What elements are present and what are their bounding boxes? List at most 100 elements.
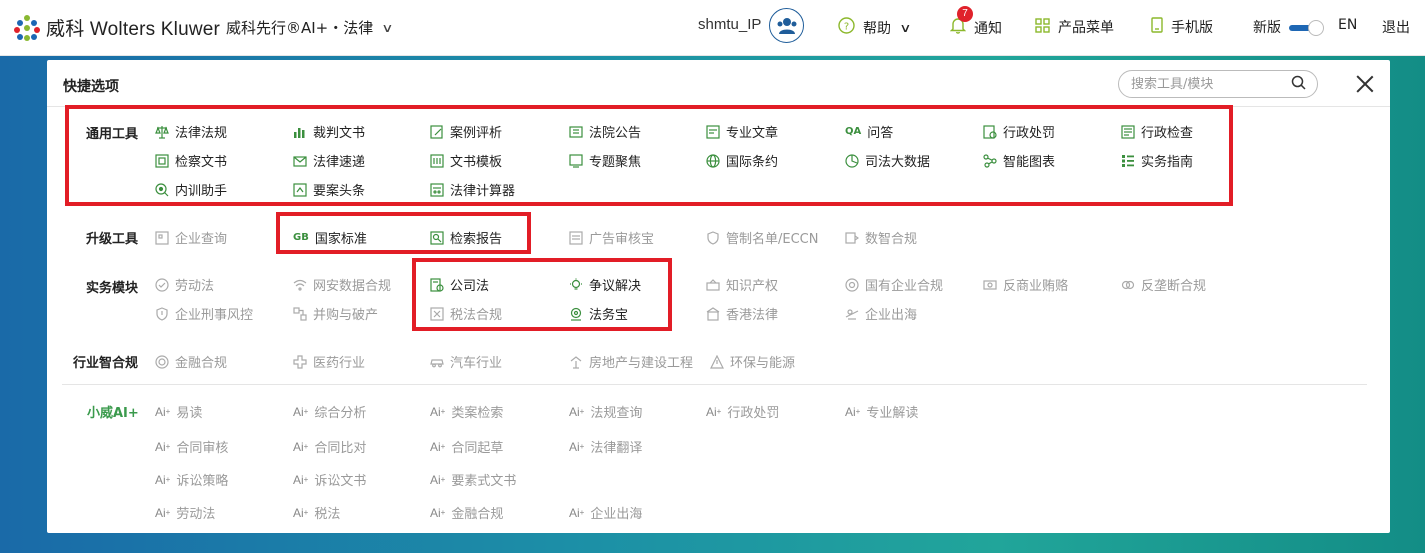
upgrade-item[interactable]: GB 国家标准 [293, 228, 367, 247]
user-avatar[interactable] [769, 8, 804, 43]
practice-item[interactable]: 香港法律 [706, 304, 778, 323]
logout-link[interactable]: 退出 [1382, 17, 1410, 37]
upgrade-label: 国家标准 [314, 232, 367, 247]
upgrade-item[interactable]: 管制名单/ECCN [706, 228, 818, 247]
brand-logo[interactable]: 威科 Wolters Kluwer [14, 14, 220, 41]
ad-review-icon [569, 230, 583, 245]
ai-icon: Ai + [430, 404, 446, 419]
ai-item[interactable]: Ai + 法律翻译 [569, 437, 642, 457]
upgrade-item[interactable]: 广告审核宝 [569, 228, 654, 247]
chevron-down-icon: ∨ [381, 20, 394, 35]
ai-item[interactable]: Ai + 行政处罚 [706, 402, 779, 422]
tool-label: 法律速递 [313, 155, 366, 170]
ai-item[interactable]: Ai + 专业解读 [845, 402, 918, 422]
practice-item[interactable]: 国有企业合规 [845, 275, 943, 294]
tool-item[interactable]: 检察文书 [155, 151, 227, 170]
tool-item[interactable]: 行政处罚 [983, 122, 1055, 141]
practice-item[interactable]: 法务宝 [569, 304, 628, 323]
ai-item[interactable]: Ai + 金融合规 [430, 503, 504, 523]
practice-item[interactable]: 并购与破产 [293, 304, 378, 323]
industry-item[interactable]: 环保与能源 [710, 352, 795, 371]
ai-item[interactable]: Ai + 类案检索 [430, 402, 503, 422]
ai-icon: Ai + [293, 505, 309, 520]
search-icon[interactable] [1291, 75, 1307, 95]
tool-item[interactable]: 法律法规 [155, 122, 227, 141]
ai-item[interactable]: Ai + 易读 [155, 402, 202, 422]
upgrade-item[interactable]: 企业查询 [155, 228, 227, 247]
help-label: 帮助 [863, 20, 891, 37]
ai-icon: Ai + [430, 472, 446, 487]
version-toggle[interactable] [1289, 20, 1324, 36]
practice-item[interactable]: 网安数据合规 [293, 275, 391, 294]
ai-item[interactable]: Ai + 法规查询 [569, 402, 643, 422]
grid-icon [1035, 17, 1050, 37]
tool-item[interactable]: 裁判文书 [293, 122, 365, 141]
industry-item[interactable]: 金融合规 [155, 352, 227, 371]
industry-item[interactable]: 医药行业 [293, 352, 365, 371]
panel-title: 快捷选项 [63, 79, 119, 95]
practice-item[interactable]: 企业出海 [845, 304, 917, 323]
industry-label: 金融合规 [175, 356, 228, 371]
mail-icon [293, 154, 307, 168]
logo-text: 威科 Wolters Kluwer [46, 19, 221, 40]
ai-label: 税法 [314, 507, 341, 522]
tool-item[interactable]: 专题聚焦 [569, 151, 641, 170]
tool-item[interactable]: 法律速递 [293, 151, 365, 170]
tool-item[interactable]: 法律计算器 [430, 180, 515, 199]
tool-item[interactable]: 司法大数据 [845, 151, 930, 170]
practice-item[interactable]: 劳动法 [155, 275, 214, 294]
products-menu-button[interactable]: 产品菜单 [1035, 17, 1114, 37]
industry-item[interactable]: 汽车行业 [430, 352, 502, 371]
ai-icon: Ai + [293, 439, 309, 454]
car-icon [430, 355, 444, 369]
ai-item[interactable]: Ai + 合同起草 [430, 437, 503, 457]
notify-button[interactable]: 通知 [949, 17, 1002, 38]
upgrade-item[interactable]: 检索报告 [430, 228, 502, 247]
tool-item[interactable]: 行政检查 [1121, 122, 1193, 141]
practice-label: 企业刑事风控 [175, 308, 254, 323]
practice-item[interactable]: 争议解决 [569, 275, 641, 294]
tool-item[interactable]: 要案头条 [293, 180, 365, 199]
practice-label: 国有企业合规 [865, 279, 944, 294]
tool-item[interactable]: 智能图表 [983, 151, 1055, 170]
practice-item[interactable]: 反垄断合规 [1121, 275, 1206, 294]
ai-item[interactable]: Ai + 诉讼策略 [155, 470, 228, 490]
lang-switch[interactable]: EN [1338, 17, 1357, 33]
tool-item[interactable]: 案例评析 [430, 122, 502, 141]
search-input[interactable] [1119, 71, 1279, 97]
tool-item[interactable]: 专业文章 [706, 122, 778, 141]
ai-icon: Ai + [430, 439, 446, 454]
ai-item[interactable]: Ai + 诉讼文书 [293, 470, 366, 490]
practice-item[interactable]: 知识产权 [706, 275, 778, 294]
practice-item[interactable]: 企业刑事风控 [155, 304, 253, 323]
product-switcher[interactable]: 威科先行®AI+・法律 ∨ [226, 17, 394, 38]
tool-item[interactable]: 文书模板 [430, 151, 502, 170]
ai-item[interactable]: Ai + 企业出海 [569, 503, 642, 523]
tool-item[interactable]: 内训助手 [155, 180, 227, 199]
practice-item[interactable]: 反商业贿赂 [983, 275, 1068, 294]
mobile-button[interactable]: 手机版 [1151, 17, 1213, 37]
search-box[interactable] [1118, 70, 1318, 98]
tool-label: 检察文书 [175, 155, 228, 170]
ai-item[interactable]: Ai + 劳动法 [155, 503, 215, 523]
industry-item[interactable]: 房地产与建设工程 [569, 352, 693, 371]
ai-label: 金融合规 [451, 507, 504, 522]
ai-item[interactable]: Ai + 合同比对 [293, 437, 366, 457]
help-menu[interactable]: ? 帮助 ∨ [838, 17, 912, 38]
toggle-knob [1308, 20, 1324, 36]
tool-item[interactable]: 国际条约 [706, 151, 778, 170]
upgrade-item[interactable]: 数智合规 [845, 228, 917, 247]
ai-item[interactable]: Ai + 综合分析 [293, 402, 366, 422]
practice-item[interactable]: 税法合规 [430, 304, 502, 323]
ai-item[interactable]: Ai + 税法 [293, 503, 341, 523]
tool-label: 智能图表 [1003, 155, 1056, 170]
practice-item[interactable]: 公司法 [430, 275, 489, 294]
tool-item[interactable]: QA 问答 [845, 122, 893, 141]
tool-item[interactable]: 实务指南 [1121, 151, 1193, 170]
tool-item[interactable]: 法院公告 [569, 122, 641, 141]
ai-label: 法规查询 [590, 406, 643, 421]
ai-item[interactable]: Ai + 要素式文书 [430, 470, 516, 490]
ai-label: 合同审核 [176, 441, 229, 456]
close-icon[interactable] [1355, 74, 1375, 94]
ai-item[interactable]: Ai + 合同审核 [155, 437, 229, 457]
